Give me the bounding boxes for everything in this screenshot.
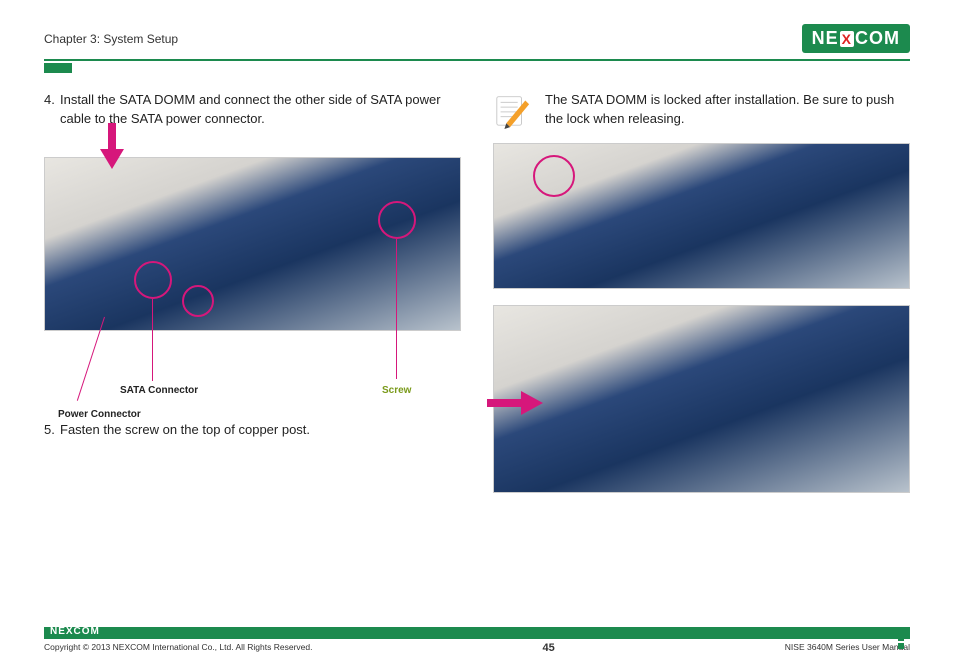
photo-assembled-board — [493, 305, 910, 493]
arrow-right-icon — [487, 389, 543, 417]
callout-sata-connector — [134, 261, 172, 299]
brand-logo: NEXCOM — [802, 24, 910, 53]
step-number: 5. — [44, 421, 60, 440]
step-5: 5. Fasten the screw on the top of copper… — [44, 421, 461, 440]
chapter-title: Chapter 3: System Setup — [44, 32, 178, 46]
footer-ornament-icon — [896, 627, 910, 641]
page-number: 45 — [543, 642, 555, 654]
note-text: The SATA DOMM is locked after installati… — [545, 91, 910, 129]
step-number: 4. — [44, 91, 60, 129]
brand-right: COM — [855, 28, 900, 49]
step-text: Fasten the screw on the top of copper po… — [60, 421, 461, 440]
callout-power-connector — [182, 285, 214, 317]
header-divider — [44, 59, 910, 61]
leader-line — [152, 299, 153, 381]
leader-line — [396, 239, 397, 379]
document-title: NISE 3640M Series User Manual — [785, 642, 910, 654]
arrow-down-icon — [98, 123, 126, 169]
brand-x: X — [840, 31, 854, 47]
section-tab — [44, 63, 72, 73]
copyright-text: Copyright © 2013 NEXCOM International Co… — [44, 642, 312, 654]
label-sata-connector: SATA Connector — [120, 385, 198, 396]
photo-sata-install — [44, 157, 461, 331]
figure-3 — [493, 305, 910, 493]
figure-2 — [493, 143, 910, 289]
pencil-note-icon — [493, 91, 531, 129]
label-power-connector: Power Connector — [58, 409, 141, 420]
figure-1: SATA Connector Power Connector Screw — [44, 157, 461, 331]
callout-lock — [533, 155, 575, 197]
callout-screw — [378, 201, 416, 239]
note-block: The SATA DOMM is locked after installati… — [493, 91, 910, 129]
footer-brand: NEXCOM — [50, 626, 100, 637]
brand-left: NE — [812, 28, 839, 49]
label-screw: Screw — [382, 385, 411, 396]
page-footer: NEXCOM Copyright © 2013 NEXCOM Internati… — [44, 627, 910, 654]
